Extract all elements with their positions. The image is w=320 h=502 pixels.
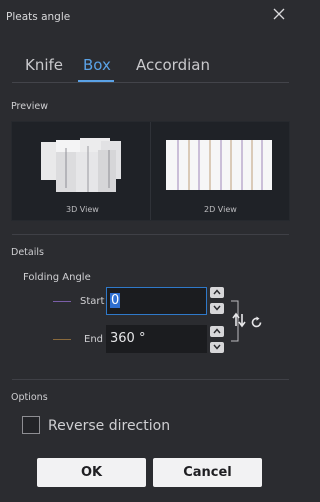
preview-3d-caption: 3D View — [66, 205, 99, 214]
reverse-direction-label[interactable]: Reverse direction — [48, 418, 170, 434]
end-decrement-button[interactable] — [210, 342, 224, 353]
dialog-title: Pleats angle — [6, 11, 71, 23]
end-angle-value: 360 ° — [110, 331, 146, 346]
reverse-direction-checkbox[interactable] — [22, 416, 40, 434]
end-label: End — [84, 334, 104, 345]
reset-icon[interactable] — [250, 314, 263, 333]
start-label: Start — [80, 296, 105, 307]
preview-2d-view[interactable]: 2D View — [151, 122, 289, 220]
preview-panel: 3D View 2D View — [11, 121, 290, 221]
folding-angle-label: Folding Angle — [23, 272, 91, 283]
preview-2d-caption: 2D View — [204, 205, 237, 214]
tabs-divider — [12, 82, 289, 83]
preview-section-label: Preview — [11, 101, 48, 112]
options-section-label: Options — [11, 392, 48, 403]
start-line-indicator — [53, 301, 71, 302]
end-angle-input[interactable]: 360 ° — [106, 325, 207, 353]
details-divider — [12, 379, 289, 380]
ok-button[interactable]: OK — [37, 458, 146, 487]
preview-3d-view[interactable]: 3D View — [12, 122, 150, 220]
end-line-indicator — [53, 339, 71, 340]
details-section-label: Details — [11, 247, 44, 258]
tab-box[interactable]: Box — [83, 56, 111, 74]
start-increment-button[interactable] — [210, 287, 224, 298]
preview-divider — [12, 234, 289, 235]
tab-knife[interactable]: Knife — [25, 56, 63, 74]
close-icon[interactable] — [271, 6, 287, 22]
start-decrement-button[interactable] — [210, 303, 224, 314]
end-increment-button[interactable] — [210, 326, 224, 337]
cancel-button[interactable]: Cancel — [153, 458, 262, 487]
swap-vertical-icon[interactable] — [232, 312, 246, 332]
start-angle-value: 0 — [110, 293, 121, 308]
start-angle-input[interactable]: 0 — [106, 287, 207, 315]
tab-accordian[interactable]: Accordian — [136, 56, 210, 74]
